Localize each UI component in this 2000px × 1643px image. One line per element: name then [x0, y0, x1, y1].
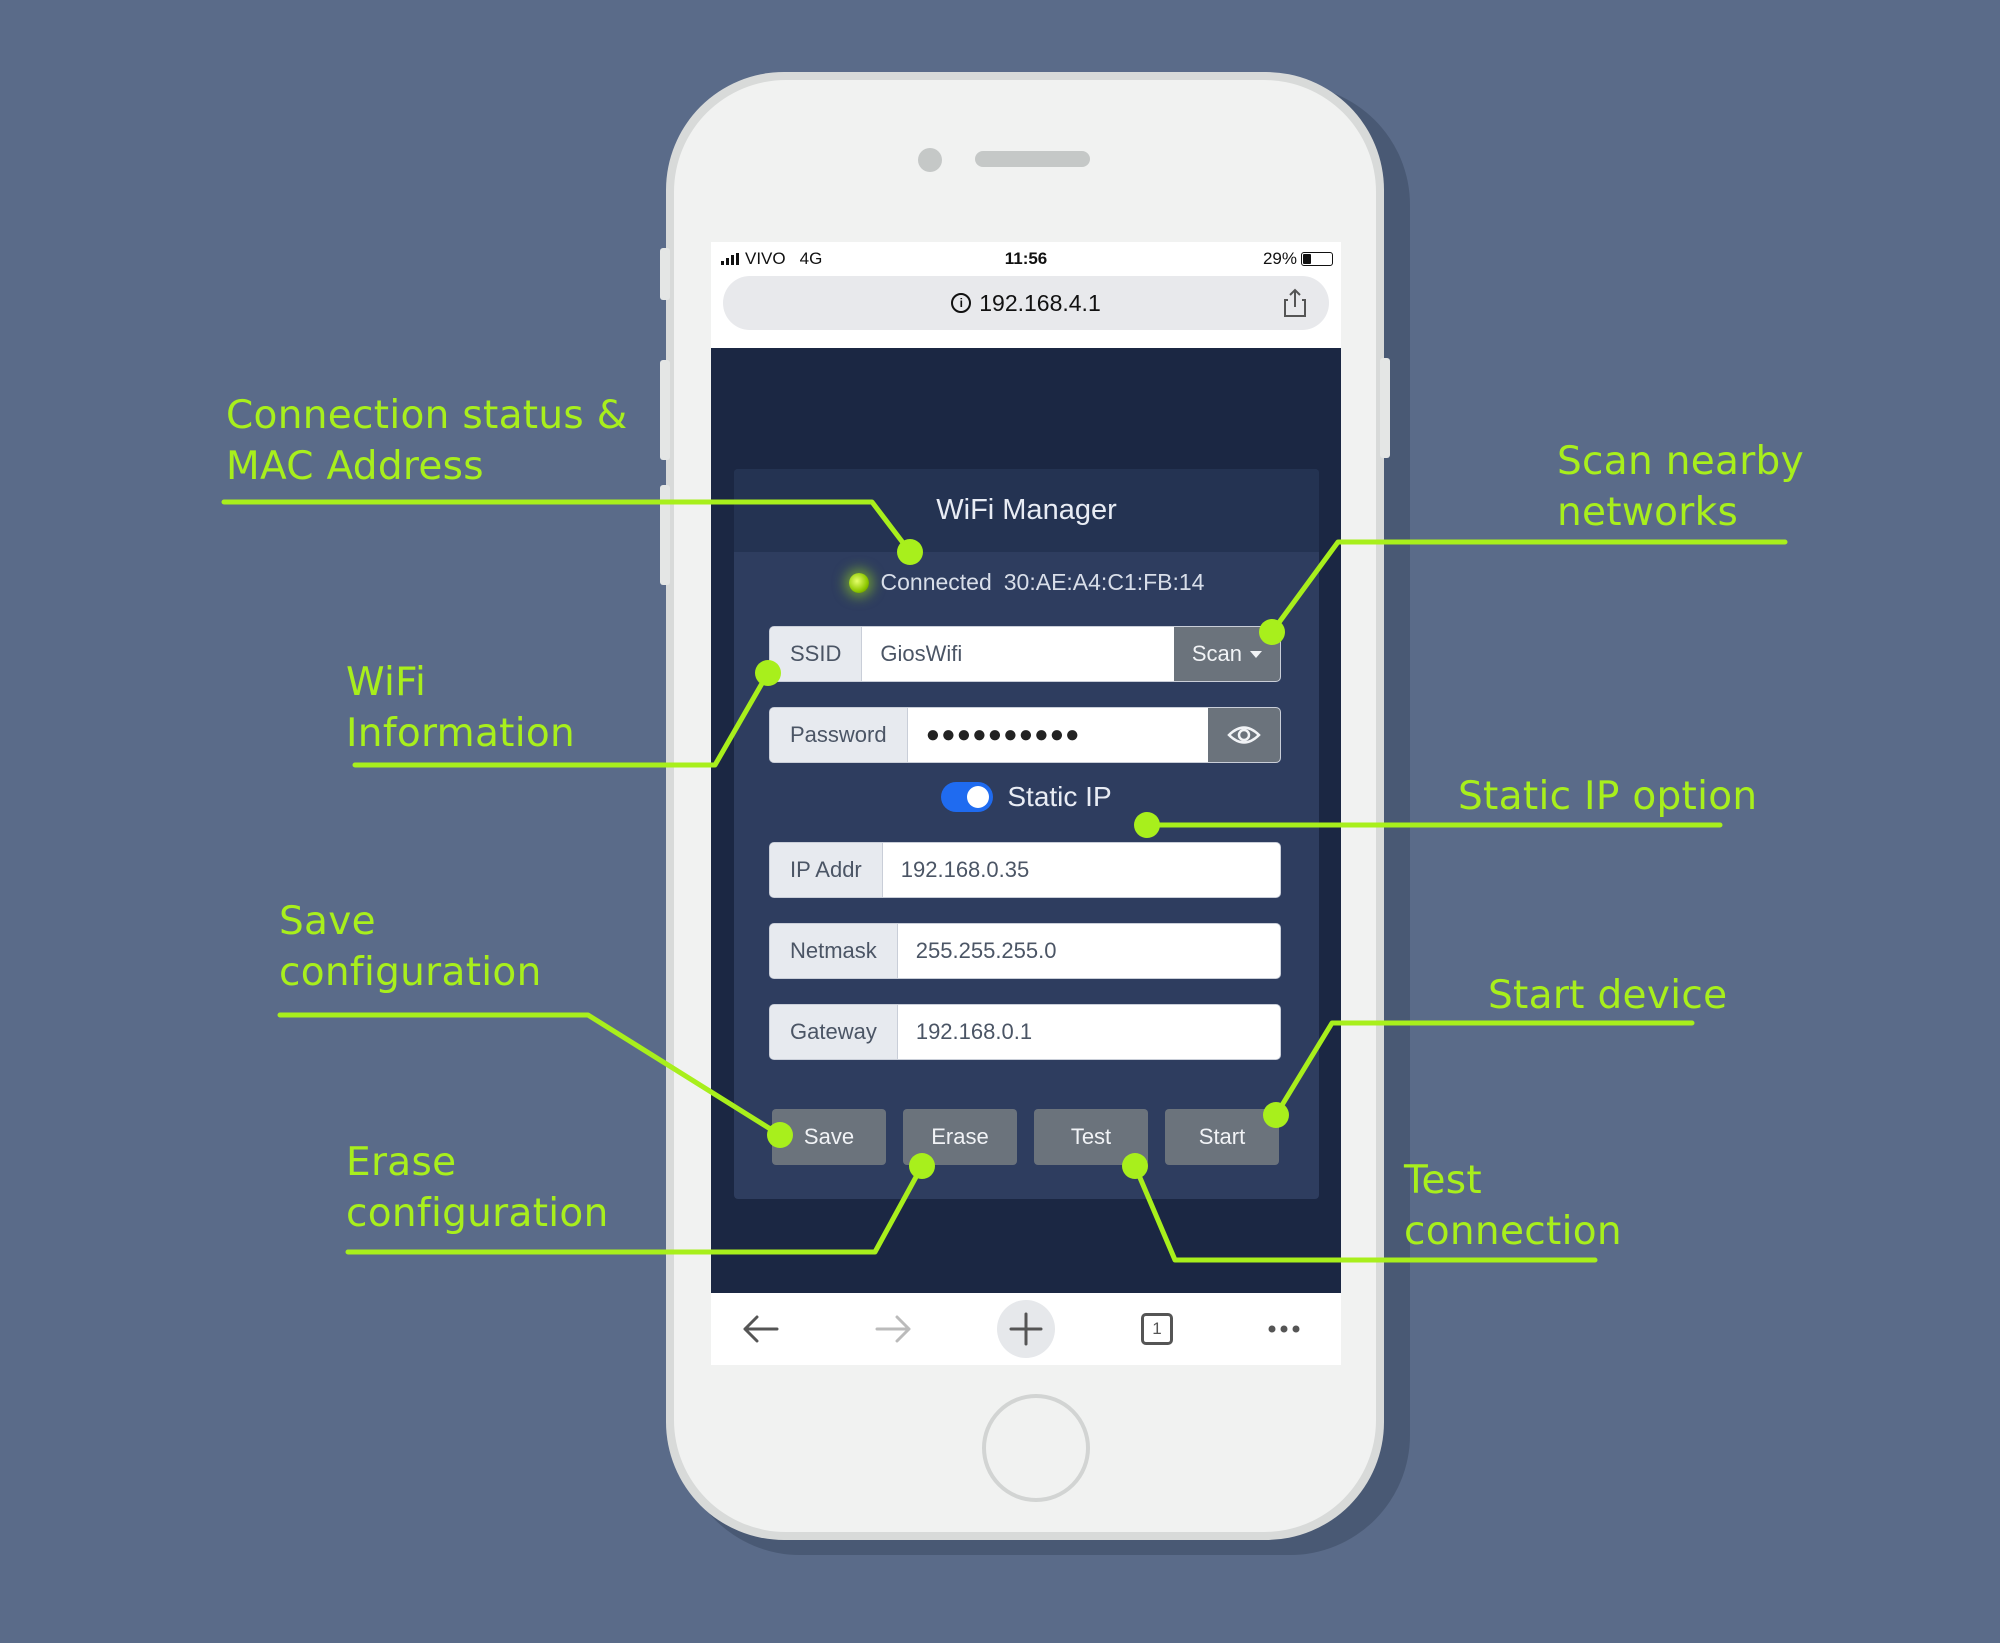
- netmask-label: Netmask: [770, 924, 898, 978]
- gateway-group: Gateway 192.168.0.1: [769, 1004, 1281, 1060]
- scan-label: Scan: [1191, 641, 1242, 666]
- phone-screen: VIVO 4G 11:56 29% i 192.168.4.1 WiFi Man…: [711, 242, 1341, 1365]
- address-bar[interactable]: i 192.168.4.1: [723, 276, 1329, 330]
- scan-button[interactable]: Scan: [1173, 627, 1280, 681]
- earpiece-speaker: [975, 151, 1090, 167]
- battery-icon: [1301, 252, 1333, 266]
- clock: 11:56: [1004, 249, 1048, 268]
- status-bar: VIVO 4G 11:56 29%: [711, 242, 1341, 276]
- volume-down-button: [660, 485, 670, 585]
- gateway-input[interactable]: 192.168.0.1: [897, 1005, 1280, 1059]
- static-ip-label: Static IP: [1007, 781, 1112, 812]
- mac-address: 30:AE:A4:C1:FB:14: [1003, 569, 1205, 595]
- more-icon[interactable]: [1256, 1303, 1312, 1355]
- annotation-scan: Scan nearby networks: [1557, 439, 1804, 535]
- new-tab-button[interactable]: [997, 1300, 1055, 1358]
- ssid-input[interactable]: GiosWifi: [862, 627, 1174, 681]
- browser-toolbar: 1: [711, 1293, 1341, 1365]
- erase-button[interactable]: Erase: [903, 1109, 1017, 1165]
- plus-icon: [1009, 1312, 1043, 1346]
- status-led-icon: [848, 572, 869, 593]
- netmask-group: Netmask 255.255.255.0: [769, 923, 1281, 979]
- password-label: Password: [770, 708, 908, 762]
- share-icon[interactable]: [1283, 288, 1307, 318]
- power-button: [1380, 358, 1390, 458]
- annotation-connection-status: Connection status & MAC Address: [226, 393, 628, 489]
- password-input[interactable]: ●●●●●●●●●●: [907, 708, 1208, 762]
- tabs-button[interactable]: 1: [1129, 1303, 1185, 1355]
- tabs-icon: 1: [1141, 1313, 1173, 1345]
- static-ip-toggle[interactable]: [941, 782, 994, 812]
- gateway-label: Gateway: [770, 1005, 898, 1059]
- password-group: Password ●●●●●●●●●●: [769, 707, 1281, 763]
- start-button[interactable]: Start: [1165, 1109, 1279, 1165]
- browser-header: i 192.168.4.1: [711, 276, 1341, 348]
- forward-arrow-icon[interactable]: [865, 1303, 921, 1355]
- annotation-wifi-info: WiFi Information: [346, 660, 576, 756]
- connection-status-row: Connected 30:AE:A4:C1:FB:14: [734, 569, 1319, 596]
- wifi-manager-card: WiFi Manager Connected 30:AE:A4:C1:FB:14…: [734, 469, 1319, 1199]
- mute-switch: [660, 248, 670, 300]
- ip-addr-input[interactable]: 192.168.0.35: [882, 843, 1280, 897]
- volume-up-button: [660, 360, 670, 460]
- ip-addr-label: IP Addr: [770, 843, 883, 897]
- ssid-label: SSID: [770, 627, 863, 681]
- back-arrow-icon[interactable]: [733, 1303, 789, 1355]
- annotation-save: Save configuration: [279, 899, 542, 995]
- url-text: 192.168.4.1: [979, 289, 1101, 316]
- caret-down-icon: [1250, 650, 1262, 658]
- show-password-button[interactable]: [1208, 708, 1280, 762]
- netmask-input[interactable]: 255.255.255.0: [897, 924, 1280, 978]
- eye-icon: [1227, 726, 1261, 744]
- static-ip-row: Static IP: [734, 781, 1319, 813]
- info-icon[interactable]: i: [951, 293, 972, 313]
- ip-addr-group: IP Addr 192.168.0.35: [769, 842, 1281, 898]
- annotation-test: Test connection: [1404, 1158, 1622, 1254]
- battery-percent: 29%: [1262, 249, 1297, 268]
- save-button[interactable]: Save: [772, 1109, 886, 1165]
- annotation-start: Start device: [1488, 973, 1728, 1018]
- annotation-erase: Erase configuration: [346, 1140, 609, 1236]
- card-title: WiFi Manager: [734, 469, 1319, 552]
- ssid-group: SSID GiosWifi Scan: [769, 626, 1281, 682]
- home-button[interactable]: [982, 1394, 1090, 1502]
- test-button[interactable]: Test: [1034, 1109, 1148, 1165]
- annotation-static-ip: Static IP option: [1458, 774, 1758, 819]
- front-camera: [918, 148, 942, 172]
- connection-status: Connected: [880, 569, 992, 595]
